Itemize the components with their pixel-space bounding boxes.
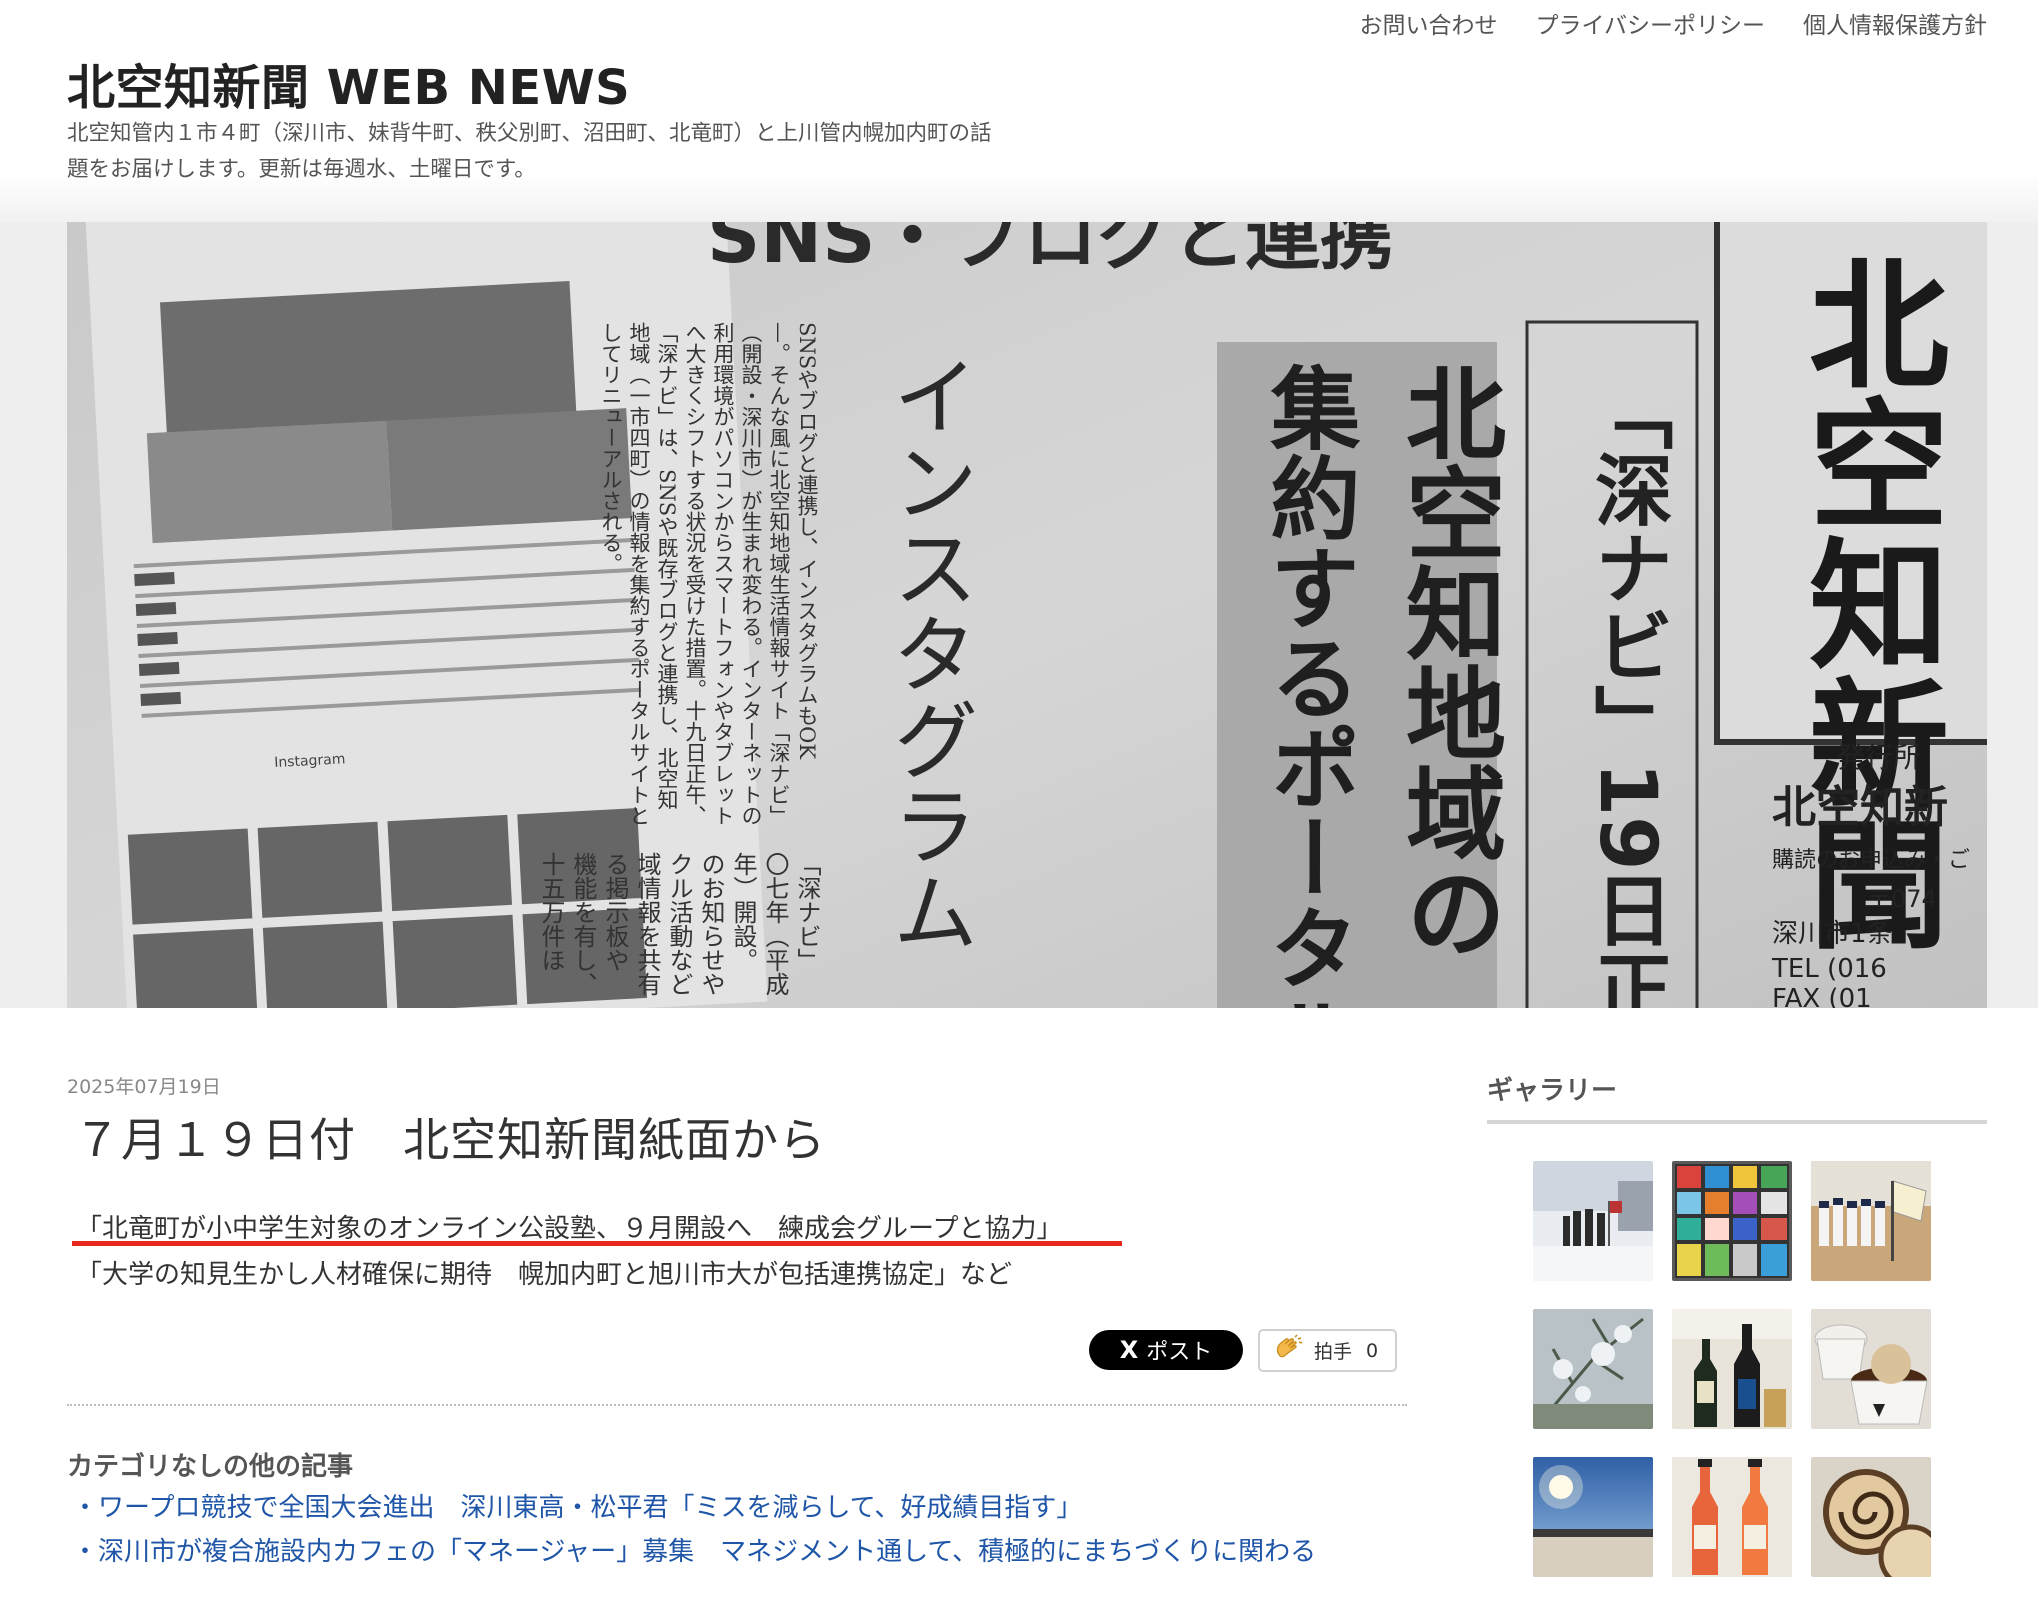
other-articles-list: ・ワープロ競技で全国大会進出 深川東高・松平君「ミスを減らして、好成績目指す」 …	[72, 1490, 1402, 1578]
site-title[interactable]: 北空知新聞 WEB NEWS	[67, 48, 630, 118]
svg-text:（開設・深川市）が生まれ変わる。インターネットの: （開設・深川市）が生まれ変わる。インターネットの	[739, 322, 763, 826]
post-headline-1: 「北竜町が小中学生対象のオンライン公設塾、９月開設へ 練成会グループと協力」	[76, 1214, 1063, 1244]
gallery-thumb-roll-cake[interactable]	[1811, 1457, 1931, 1577]
svg-text:—。そんな風に北空知地域生活情報サイト「深ナビ」: —。そんな風に北空知地域生活情報サイト「深ナビ」	[767, 322, 791, 826]
hero-headline-horizontal: SNS・ブログと連携	[707, 222, 1394, 280]
hero-lower-columns: 「深ナビ」 〇七年（平成 年）開設。 のお知らせや クル活動など 域情報を共有 …	[537, 852, 821, 996]
hero-masthead: 北空知新聞	[1785, 252, 1949, 952]
hero-headline-big: 北空知地域の	[1389, 362, 1506, 962]
nav-contact-link[interactable]: お問い合わせ	[1359, 6, 1497, 40]
site-description: 北空知管内１市４町（深川市、妹背牛町、秩父別町、沼田町、北竜町）と上川管内幌加内…	[67, 121, 992, 182]
hero-headline-big2: 集約するポータル	[1255, 362, 1362, 1008]
gallery-thumb-sake-bottles[interactable]	[1672, 1309, 1792, 1429]
gallery-heading-rule	[1487, 1120, 1987, 1124]
svg-text:る掲示板や: る掲示板や	[601, 852, 629, 972]
gallery-heading: ギャラリー	[1487, 1076, 1618, 1106]
post-headline-2: 「大学の知見生かし人材確保に期待 幌加内町と旭川市大が包括連携協定」など	[76, 1260, 1013, 1290]
red-underline-annotation	[72, 1241, 1122, 1246]
svg-text:「深ナビ」: 「深ナビ」	[793, 852, 821, 972]
svg-text:のお知らせや: のお知らせや	[697, 852, 725, 996]
clap-hands-icon	[1274, 1334, 1304, 1367]
gallery-thumb-orange-bottles[interactable]	[1672, 1457, 1792, 1577]
svg-text:機能を有し、: 機能を有し、	[569, 852, 597, 996]
gallery-thumb-stained-glass[interactable]	[1672, 1161, 1792, 1281]
svg-text:FAX (01: FAX (01	[1772, 984, 1872, 1008]
gallery-thumb-snow-ceremony[interactable]	[1533, 1161, 1653, 1281]
svg-text:してリニューアルされる。: してリニューアルされる。	[599, 322, 623, 574]
top-nav: お問い合わせ プライバシーポリシー 個人情報保護方針	[1359, 6, 1987, 40]
svg-text:へ大きくシフトする状況を受けた措置。十九日正午、: へ大きくシフトする状況を受けた措置。十九日正午、	[683, 322, 707, 826]
x-post-label: ポスト	[1146, 1340, 1213, 1365]
svg-text:TEL (016: TEL (016	[1771, 954, 1887, 984]
gallery-thumb-dessert-cups[interactable]	[1811, 1309, 1931, 1429]
gallery-thumb-frosty-branches[interactable]	[1533, 1309, 1653, 1429]
clap-count: 0	[1366, 1339, 1379, 1362]
x-post-button[interactable]: X ポスト	[1089, 1330, 1243, 1370]
other-articles-heading: カテゴリなしの他の記事	[67, 1452, 354, 1482]
hero-headline-fukanavi: 「深ナビ」19日正午	[1582, 372, 1673, 1008]
svg-text:購読のお申込み・ご: 購読のお申込み・ご	[1772, 848, 1970, 873]
other-article-link[interactable]: ・深川市が複合施設内カフェの「マネージャー」募集 マネジメント通して、積極的にま…	[72, 1534, 1402, 1571]
svg-text:発行所: 発行所	[1837, 741, 1921, 774]
svg-text:深川市1条: 深川市1条	[1772, 919, 1893, 949]
site-header: お問い合わせ プライバシーポリシー 個人情報保護方針 北空知新聞 WEB NEW…	[0, 0, 2038, 222]
svg-text:〇七年（平成: 〇七年（平成	[761, 852, 789, 996]
svg-text:域情報を共有: 域情報を共有	[633, 852, 661, 996]
hero-image: Instagram SNS・ブログと連携 SNSやブログと連携し、インスタグラム…	[67, 222, 1987, 1008]
clap-button[interactable]: 拍手 0	[1258, 1329, 1397, 1372]
svg-text:十五万件ほ: 十五万件ほ	[537, 852, 565, 972]
x-logo-icon: X	[1119, 1336, 1139, 1364]
svg-text:〒074: 〒074	[1867, 885, 1937, 913]
hero-headline-insta: インスタグラム	[877, 352, 977, 954]
other-article-link[interactable]: ・ワープロ競技で全国大会進出 深川東高・松平君「ミスを減らして、好成績目指す」	[72, 1490, 1402, 1527]
svg-text:北空知新: 北空知新	[1772, 782, 1948, 833]
nav-privacy-policy-link[interactable]: プライバシーポリシー	[1535, 6, 1765, 40]
gallery-thumb-winter-sky[interactable]	[1533, 1457, 1653, 1577]
post-title: ７月１９日付 北空知新聞紙面から	[74, 1113, 826, 1167]
gallery-thumb-baseball-team[interactable]	[1811, 1161, 1931, 1281]
gallery-grid	[1533, 1161, 1933, 1577]
newspaper-photo: Instagram SNS・ブログと連携 SNSやブログと連携し、インスタグラム…	[67, 222, 1987, 1008]
svg-text:クル活動など: クル活動など	[665, 852, 693, 996]
svg-text:「深ナビ」は、SNSや既存ブログと連携し、北空知: 「深ナビ」は、SNSや既存ブログと連携し、北空知	[655, 322, 679, 811]
clap-label: 拍手	[1314, 1341, 1353, 1363]
svg-text:利用環境がパソコンからスマートフォンやタブレット: 利用環境がパソコンからスマートフォンやタブレット	[711, 322, 735, 826]
svg-text:年）開設。: 年）開設。	[729, 852, 757, 972]
svg-text:SNSやブログと連携し、インスタグラムもOK: SNSやブログと連携し、インスタグラムもOK	[795, 322, 819, 759]
section-divider	[67, 1404, 1407, 1406]
svg-text:地域（一市四町）の情報を集約するポータルサイトと: 地域（一市四町）の情報を集約するポータルサイトと	[627, 322, 651, 826]
nav-personal-info-link[interactable]: 個人情報保護方針	[1803, 6, 1987, 40]
post-date: 2025年07月19日	[67, 1076, 221, 1098]
